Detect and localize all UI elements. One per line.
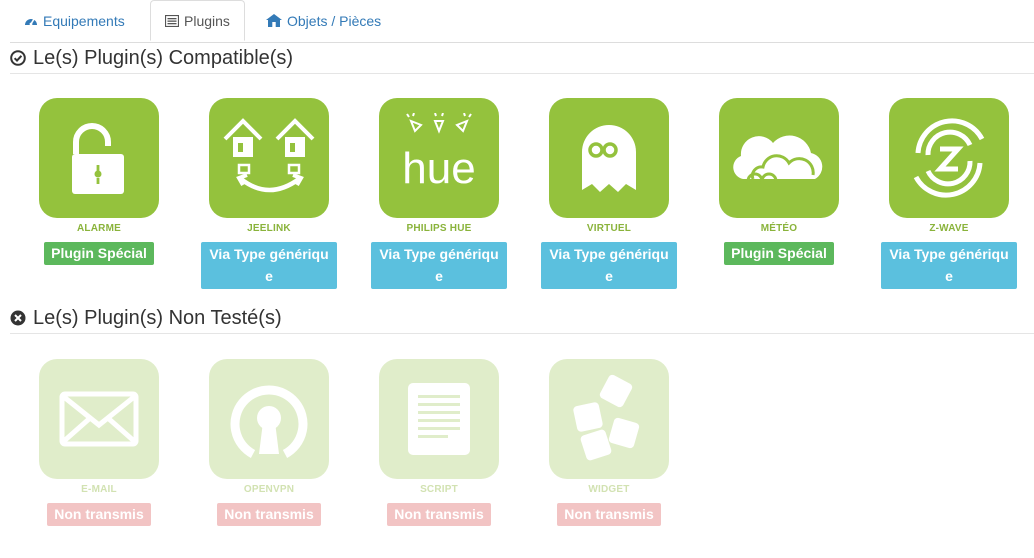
plugin-script-name: SCRIPT [420, 484, 458, 495]
plugin-philips-hue-name: PHILIPS HUE [406, 223, 472, 234]
plugin-openvpn[interactable]: OPENVPN Non transmis [194, 359, 344, 526]
plugin-alarme[interactable]: ALARME Plugin Spécial [24, 98, 174, 265]
plugin-virtuel-name: VIRTUEL [586, 223, 632, 234]
plugin-openvpn-name: OPENVPN [243, 484, 295, 495]
home-icon [266, 14, 282, 27]
plugin-meteo-tile[interactable] [719, 98, 839, 218]
tab-equipements-label: Equipements [43, 12, 125, 29]
plugin-widget[interactable]: WIDGET Non transmis [534, 359, 684, 526]
plugin-zwave-badge: Via Type générique [881, 242, 1017, 289]
ghost-icon [582, 125, 636, 192]
plugin-openvpn-tile[interactable] [209, 359, 329, 479]
padlock-icon [72, 123, 124, 194]
plugin-meteo-badge: Plugin Spécial [724, 242, 834, 265]
plugin-script-badge: Non transmis [387, 503, 491, 526]
plugin-email-tile[interactable] [39, 359, 159, 479]
plugin-email-badge: Non transmis [47, 503, 151, 526]
tab-plugins-label: Plugins [184, 12, 230, 29]
envelope-icon [59, 391, 139, 447]
plugin-script[interactable]: SCRIPT Non transmis [364, 359, 514, 526]
plugin-script-tile[interactable] [379, 359, 499, 479]
tab-equipements[interactable]: Equipements [24, 0, 125, 41]
compatible-section-label: Le(s) Plugin(s) Compatible(s) [33, 46, 294, 69]
plugin-meteo[interactable]: MÉTÉO Plugin Spécial [704, 98, 854, 265]
plugin-jeelink-tile[interactable] [209, 98, 329, 218]
hue-icon: hue [402, 113, 476, 193]
plugin-jeelink[interactable]: JEELINK Via Type générique [194, 98, 344, 289]
plugin-meteo-name: MÉTÉO [760, 223, 798, 234]
list-alt-icon [165, 14, 179, 27]
check-circle-icon [10, 50, 26, 66]
plugin-virtuel-badge: Via Type générique [541, 242, 677, 289]
plugin-zwave[interactable]: Z-WAVE Via Type générique [874, 98, 1024, 289]
plugin-email[interactable]: E-MAIL Non transmis [24, 359, 174, 526]
plugin-philips-hue-tile[interactable]: hue [379, 98, 499, 218]
zwave-icon [913, 118, 985, 198]
plugin-philips-hue-badge: Via Type générique [371, 242, 507, 289]
times-circle-icon [10, 310, 26, 326]
tab-objets-pieces-label: Objets / Pièces [287, 12, 382, 29]
plugin-alarme-name: ALARME [77, 223, 121, 234]
untested-section-title: Le(s) Plugin(s) Non Testé(s) [10, 303, 1034, 334]
untested-section-label: Le(s) Plugin(s) Non Testé(s) [33, 306, 282, 329]
plugin-zwave-tile[interactable] [889, 98, 1009, 218]
plugin-widget-badge: Non transmis [557, 503, 661, 526]
hue-logo-text: hue [402, 144, 475, 193]
plugin-widget-name: WIDGET [588, 484, 630, 495]
plugin-tabs: Equipements Plugins Objets / Pièces [10, 0, 1034, 43]
plugin-zwave-name: Z-WAVE [929, 223, 969, 234]
plugin-alarme-badge: Plugin Spécial [44, 242, 154, 265]
plugin-email-name: E-MAIL [81, 484, 117, 495]
tab-objets-pieces[interactable]: Objets / Pièces [266, 0, 381, 41]
houses-link-icon [223, 118, 315, 193]
widget-icon [573, 374, 640, 461]
tachometer-icon [25, 18, 37, 25]
plugin-philips-hue[interactable]: hue PHILIPS HUE Via Type générique [364, 98, 514, 289]
plugin-jeelink-badge: Via Type générique [201, 242, 337, 289]
compatible-section-title: Le(s) Plugin(s) Compatible(s) [10, 43, 1034, 74]
plugin-jeelink-name: JEELINK [247, 223, 291, 234]
plugin-widget-tile[interactable] [549, 359, 669, 479]
plugin-openvpn-badge: Non transmis [217, 503, 321, 526]
plugin-virtuel-tile[interactable] [549, 98, 669, 218]
plugin-alarme-tile[interactable] [39, 98, 159, 218]
cloud-icon [733, 135, 823, 190]
script-icon [408, 383, 470, 455]
tab-plugins[interactable]: Plugins [150, 0, 245, 41]
openvpn-icon [230, 385, 308, 458]
plugin-virtuel[interactable]: VIRTUEL Via Type générique [534, 98, 684, 289]
